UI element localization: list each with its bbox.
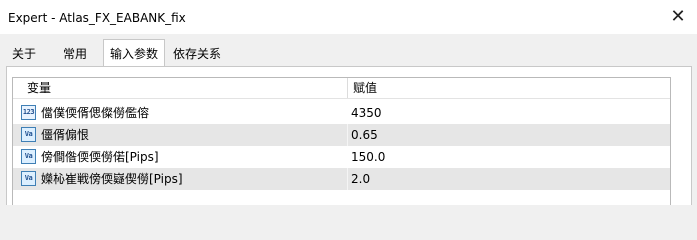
cell-divider: [347, 146, 348, 168]
tab-inputs[interactable]: 输入参数: [103, 39, 165, 67]
param-value[interactable]: 4350: [351, 102, 382, 124]
parameters-table: 变量 赋值 123 儅僕偄偦偲儏僗儖傛 4350 Va 僵偦傓恨 0.65 Va…: [12, 77, 671, 205]
value-param-icon: Va: [21, 127, 36, 142]
cell-divider: [347, 168, 348, 190]
value-param-icon: Va: [21, 171, 36, 186]
tab-dependencies[interactable]: 依存关系: [168, 42, 226, 66]
param-value[interactable]: 2.0: [351, 168, 370, 190]
table-row[interactable]: Va 僵偦傓恨 0.65: [13, 124, 670, 146]
param-value[interactable]: 150.0: [351, 146, 385, 168]
column-divider[interactable]: [347, 78, 348, 98]
table-row[interactable]: Va 傍僴偺偄偄僗偌[Pips] 150.0: [13, 146, 670, 168]
close-icon[interactable]: ✕: [667, 6, 689, 28]
column-header-value[interactable]: 赋值: [353, 78, 377, 98]
scrollbar-track[interactable]: [671, 78, 691, 205]
param-value[interactable]: 0.65: [351, 124, 378, 146]
table-header: 变量 赋值: [13, 78, 670, 99]
tab-about[interactable]: 关于: [6, 42, 42, 66]
numeric-param-icon: 123: [21, 105, 36, 120]
param-name: 嬫杺崔戦傍偄嶷偰僗[Pips]: [41, 172, 183, 186]
value-param-icon: Va: [21, 149, 36, 164]
title-bar: Expert - Atlas_FX_EABANK_fix ✕: [0, 0, 697, 34]
column-header-variable[interactable]: 变量: [27, 78, 51, 98]
cell-divider: [347, 124, 348, 146]
param-name: 傍僴偺偄偄僗偌[Pips]: [41, 150, 159, 164]
window-title: Expert - Atlas_FX_EABANK_fix: [8, 11, 186, 25]
cell-divider: [347, 102, 348, 124]
tab-common[interactable]: 常用: [56, 42, 94, 66]
table-row[interactable]: 123 儅僕偄偦偲儏僗儖傛 4350: [13, 102, 670, 124]
table-row[interactable]: Va 嬫杺崔戦傍偄嶷偰僗[Pips] 2.0: [13, 168, 670, 190]
param-name: 儅僕偄偦偲儏僗儖傛: [41, 106, 150, 120]
param-name: 僵偦傓恨: [41, 128, 90, 142]
